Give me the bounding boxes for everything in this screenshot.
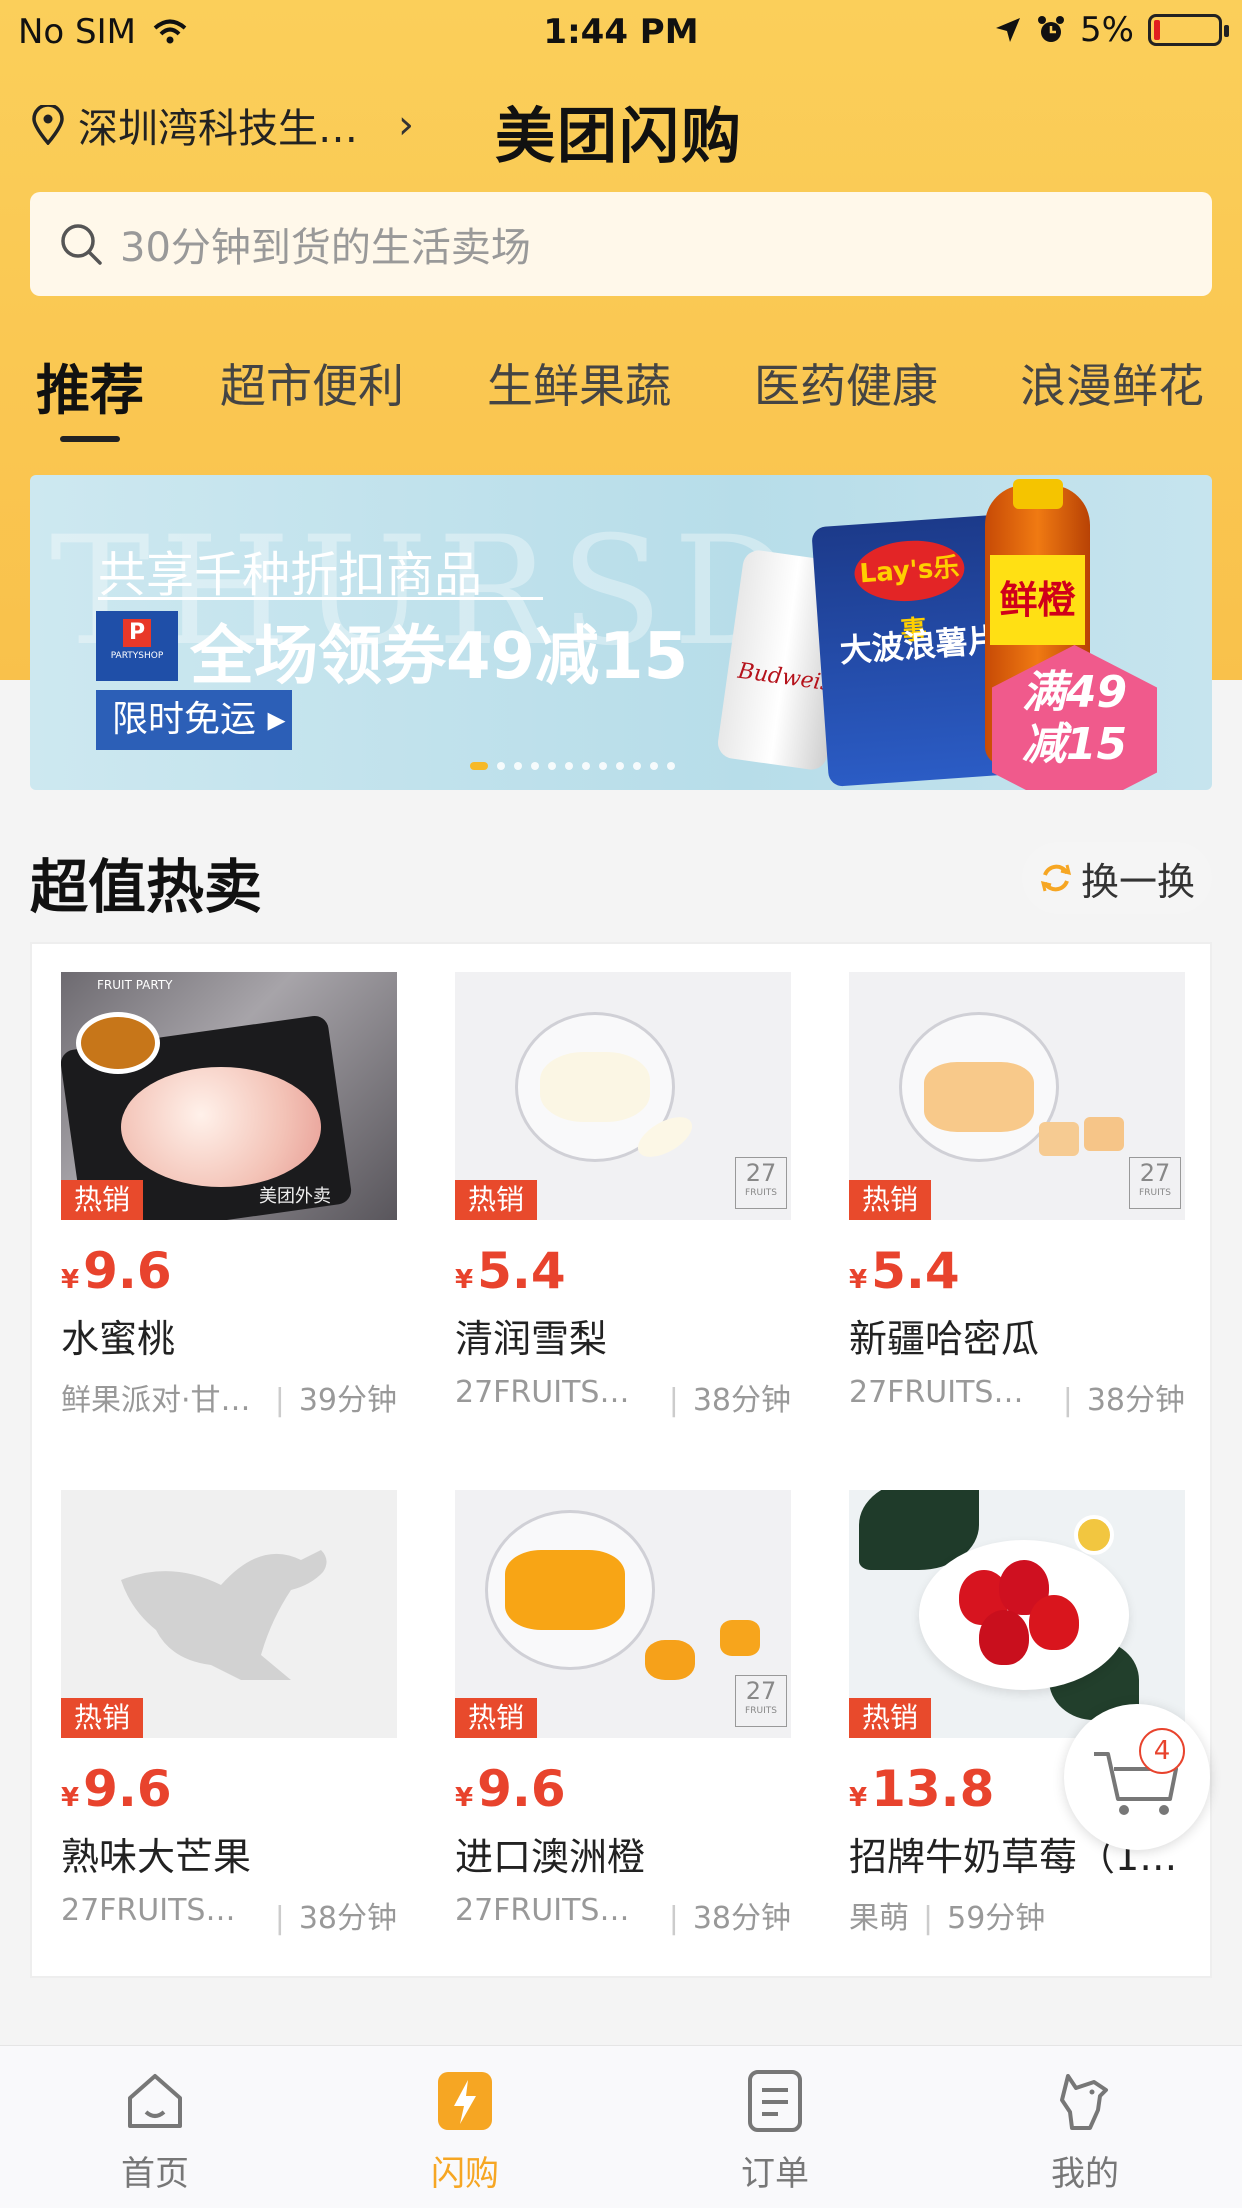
location-selector[interactable]: 深圳湾科技生… ›	[30, 96, 414, 154]
search-placeholder: 30分钟到货的生活卖场	[120, 225, 531, 271]
shop-name: 果萌	[849, 1901, 909, 1936]
order-icon	[748, 2070, 802, 2132]
tab-fresh-produce[interactable]: 生鲜果蔬	[487, 350, 671, 416]
product-price: ¥9.6	[455, 1760, 566, 1818]
product-image-pear: 27 FRUITS 热销	[455, 972, 791, 1220]
product-price: ¥9.6	[61, 1242, 172, 1300]
cart-icon	[1094, 1752, 1178, 1815]
nav-orders[interactable]: 订单	[695, 2066, 855, 2195]
hot-tag: 热销	[455, 1698, 537, 1738]
battery-icon	[1148, 14, 1229, 46]
active-tab-indicator	[60, 436, 120, 442]
delivery-time: 38分钟	[669, 1375, 791, 1419]
tab-recommend[interactable]: 推荐	[36, 346, 144, 425]
banner-divider	[98, 597, 543, 600]
product-name: 清润雪梨	[455, 1317, 608, 1361]
hot-tag: 热销	[455, 1180, 537, 1220]
shop-name: 27FRUITS…	[455, 1375, 630, 1410]
product-meta: 果萌 59分钟	[849, 1893, 1185, 1937]
tab-flowers[interactable]: 浪漫鲜花	[1020, 350, 1204, 416]
product-meta: 27FRUITS… 38分钟	[455, 1375, 791, 1419]
nav-flash[interactable]: 闪购	[385, 2066, 545, 2195]
product-card[interactable]: FRUIT PARTY 美团外卖 热销 ¥9.6 水蜜桃 鲜果派对·甘… 39分钟	[61, 972, 397, 1419]
home-icon	[128, 2074, 182, 2128]
search-icon	[61, 224, 102, 265]
delivery-time: 59分钟	[923, 1893, 1045, 1937]
product-card[interactable]: 27FRUITS 热销 ¥5.4 清润雪梨 27FRUITS… 38分钟	[455, 972, 791, 1419]
nav-profile-label: 我的	[1051, 2154, 1119, 2194]
product-card[interactable]: 热销 ¥9.6 熟味大芒果 27FRUITS… 38分钟	[61, 1490, 397, 1937]
delivery-time: 38分钟	[1063, 1375, 1185, 1419]
delivery-time: 39分钟	[275, 1375, 397, 1419]
nav-home[interactable]: 首页	[75, 2066, 235, 2195]
shop-name: 27FRUITS…	[849, 1375, 1024, 1410]
tab-pharmacy[interactable]: 医药健康	[754, 350, 938, 416]
cart-button[interactable]: 4	[1064, 1704, 1210, 1850]
section-title: 超值热卖	[30, 853, 263, 921]
delivery-time: 38分钟	[275, 1893, 397, 1937]
product-price: ¥9.6	[61, 1760, 172, 1818]
product-card[interactable]: 27FRUITS 热销 ¥9.6 进口澳洲橙 27FRUITS… 38分钟	[455, 1490, 791, 1937]
product-price: ¥5.4	[455, 1242, 566, 1300]
section-header: 超值热卖 换一换	[30, 810, 1212, 940]
product-name: 新疆哈密瓜	[849, 1317, 1040, 1361]
hot-deals-section: 超值热卖 换一换 FRUIT PARTY 美团外卖 热销 ¥9.6 水蜜桃 鲜果…	[30, 810, 1212, 1980]
flash-icon	[438, 2072, 492, 2130]
search-bar[interactable]: 30分钟到货的生活卖场	[30, 192, 1212, 296]
nav-home-label: 首页	[121, 2154, 189, 2194]
shop-name: 27FRUITS…	[455, 1893, 630, 1928]
location-label: 深圳湾科技生…	[78, 106, 358, 152]
product-name: 进口澳洲橙	[455, 1835, 646, 1879]
brand-title: 美团闪购	[495, 102, 743, 172]
hot-tag: 热销	[849, 1180, 931, 1220]
product-price: ¥5.4	[849, 1242, 960, 1300]
partyshop-logo: P PARTYSHOP	[96, 611, 178, 681]
product-image-orange: 27 FRUITS 热销	[455, 1490, 791, 1738]
cart-count-badge: 4	[1139, 1728, 1185, 1774]
product-meta: 27FRUITS… 38分钟	[849, 1375, 1185, 1419]
tab-supermarket[interactable]: 超市便利	[220, 350, 404, 416]
location-pin-icon	[32, 105, 64, 145]
delivery-time: 38分钟	[669, 1893, 791, 1937]
status-bar: No SIM 1:44 PM 5%	[0, 0, 1242, 62]
refresh-icon	[1040, 864, 1072, 892]
nav-profile[interactable]: 我的	[1005, 2066, 1165, 2195]
product-card[interactable]: 27FRUITS 热销 ¥5.4 新疆哈密瓜 27FRUITS… 38分钟	[849, 972, 1185, 1419]
promo-banner[interactable]: THURSDAY 共享千种折扣商品 P PARTYSHOP 全场领券49减15 限…	[30, 475, 1212, 790]
banner-free-shipping-button[interactable]: 限时免运 ▸	[96, 690, 292, 750]
refresh-label: 换一换	[1080, 859, 1195, 904]
refresh-button[interactable]: 换一换	[1022, 842, 1212, 914]
product-name: 水蜜桃	[61, 1317, 176, 1361]
alarm-icon	[1038, 16, 1065, 42]
bottom-tab-bar: 首页 闪购 订单 我的	[0, 2045, 1242, 2208]
status-right: 5%	[994, 10, 1229, 50]
product-meta: 鲜果派对·甘… 39分钟	[61, 1375, 397, 1419]
banner-line1: 共享千种折扣商品	[98, 547, 483, 603]
location-arrow-icon	[996, 18, 1021, 42]
profile-icon	[1060, 2074, 1108, 2130]
nav-flash-label: 闪购	[431, 2154, 499, 2194]
chevron-right-icon: ›	[398, 102, 414, 148]
hot-tag: 热销	[61, 1180, 143, 1220]
carousel-dots	[470, 762, 675, 770]
product-meta: 27FRUITS… 38分钟	[61, 1893, 397, 1937]
shop-name: 27FRUITS…	[61, 1893, 236, 1928]
category-tabs: 推荐 超市便利 生鲜果蔬 医药健康 浪漫鲜花	[0, 340, 1242, 450]
battery-percent: 5%	[1080, 10, 1134, 50]
product-image-melon: 27 FRUITS 热销	[849, 972, 1185, 1220]
banner-line2: 全场领券49减15	[190, 620, 689, 694]
product-image-placeholder: 热销	[61, 1490, 397, 1738]
hot-tag: 热销	[61, 1698, 143, 1738]
product-name: 熟味大芒果	[61, 1835, 252, 1879]
hot-tag: 热销	[849, 1698, 931, 1738]
product-meta: 27FRUITS… 38分钟	[455, 1893, 791, 1937]
product-image-strawberry: 热销	[849, 1490, 1185, 1738]
nav-orders-label: 订单	[741, 2154, 809, 2194]
shop-name: 鲜果派对·甘…	[61, 1383, 251, 1418]
product-image-peach: FRUIT PARTY 美团外卖 热销	[61, 972, 397, 1220]
product-grid: FRUIT PARTY 美团外卖 热销 ¥9.6 水蜜桃 鲜果派对·甘… 39分钟…	[30, 942, 1212, 1978]
